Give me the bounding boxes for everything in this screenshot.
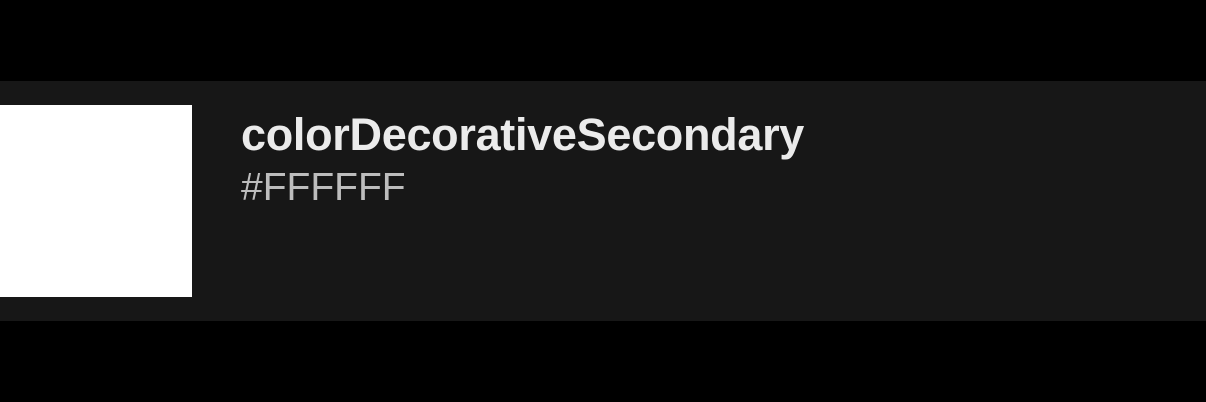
token-name: colorDecorativeSecondary bbox=[241, 109, 805, 160]
color-token-row: colorDecorativeSecondary #FFFFFF bbox=[0, 81, 1206, 321]
color-swatch bbox=[0, 105, 192, 297]
token-hex-value: #FFFFFF bbox=[241, 166, 406, 209]
